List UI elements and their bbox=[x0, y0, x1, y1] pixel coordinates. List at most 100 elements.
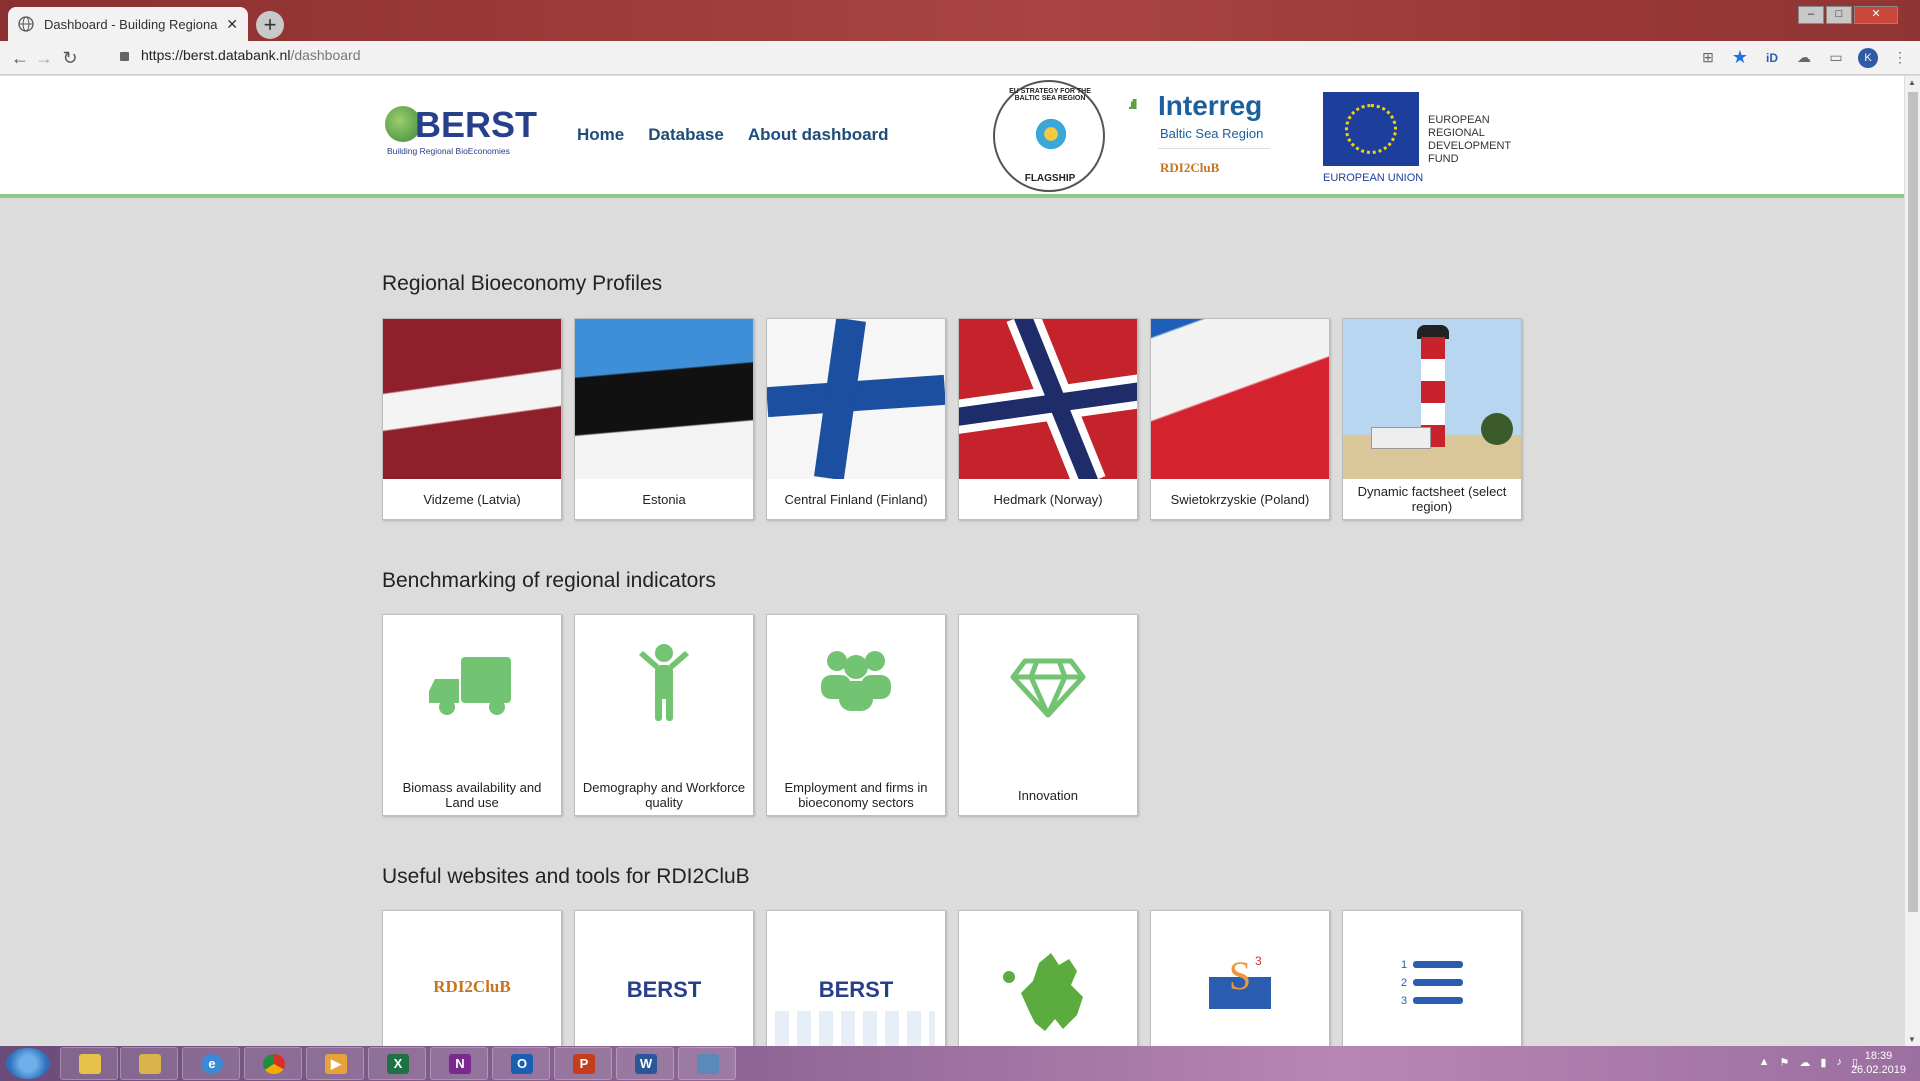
lighthouse-image bbox=[1343, 319, 1521, 479]
diamond-icon bbox=[959, 635, 1137, 755]
interreg-sub: Baltic Sea Region bbox=[1160, 126, 1264, 141]
finland-flag-image bbox=[767, 319, 945, 479]
card-label: Central Finland (Finland) bbox=[784, 491, 928, 507]
profile-card-latvia[interactable]: Vidzeme (Latvia) bbox=[382, 318, 562, 520]
minimize-button[interactable]: – bbox=[1798, 6, 1824, 24]
tool-card-s3-platform[interactable]: S3 bbox=[1150, 910, 1330, 1046]
tool-card-berst[interactable]: BERST bbox=[574, 910, 754, 1046]
tray-volume-icon[interactable]: ♪ bbox=[1836, 1056, 1842, 1069]
translate-icon[interactable]: ⊞ bbox=[1698, 49, 1718, 66]
page-scrollbar[interactable]: ▲ ▼ bbox=[1904, 76, 1920, 1046]
system-tray: ▲ ⚑ ☁ ▮ ♪ ▯ bbox=[1759, 1056, 1858, 1069]
back-icon[interactable]: ← bbox=[8, 46, 32, 70]
berst-logo[interactable]: BERST Building Regional BioEconomies bbox=[385, 104, 537, 161]
tab-title: Dashboard - Building Regional B bbox=[44, 16, 219, 32]
group-icon bbox=[767, 635, 945, 755]
scroll-down-icon[interactable]: ▼ bbox=[1908, 1035, 1916, 1044]
tray-flag-icon[interactable]: ⚑ bbox=[1780, 1056, 1790, 1069]
interreg-project: RDI2CluB bbox=[1160, 160, 1220, 175]
taskbar-media-player[interactable]: ▶ bbox=[306, 1047, 364, 1080]
tab-close-icon[interactable]: ✕ bbox=[226, 16, 238, 33]
reload-icon[interactable]: ↻ bbox=[58, 46, 82, 70]
browser-toolbar: ← → ↻ https://berst.databank.nl/dashboar… bbox=[0, 41, 1920, 75]
section-title-tools: Useful websites and tools for RDI2CluB bbox=[382, 865, 750, 888]
profile-card-poland[interactable]: Swietokrzyskie (Poland) bbox=[1150, 318, 1330, 520]
forward-icon[interactable]: → bbox=[32, 46, 56, 70]
menu-icon[interactable]: ⋮ bbox=[1890, 49, 1910, 66]
nav-home[interactable]: Home bbox=[577, 125, 624, 145]
tool-card-berst-databank[interactable]: BERST bbox=[766, 910, 946, 1046]
tray-network-icon[interactable]: ▮ bbox=[1820, 1056, 1826, 1069]
site-header: BERST Building Regional BioEconomies Hom… bbox=[0, 76, 1904, 198]
taskbar-explorer[interactable] bbox=[60, 1047, 118, 1080]
os-taskbar: e ▶ X N O P W ▲ ⚑ ☁ ▮ ♪ ▯ 18:39 26.02.20… bbox=[0, 1046, 1920, 1081]
card-label: Swietokrzyskie (Poland) bbox=[1170, 491, 1310, 507]
benchmark-card-employment[interactable]: Employment and firms in bioeconomy secto… bbox=[766, 614, 946, 816]
window-close-button[interactable]: ✕ bbox=[1854, 6, 1898, 24]
benchmark-card-biomass[interactable]: Biomass availability and Land use bbox=[382, 614, 562, 816]
url-path: /dashboard bbox=[290, 47, 361, 63]
svg-text:2: 2 bbox=[1401, 977, 1407, 989]
profile-card-finland[interactable]: Central Finland (Finland) bbox=[766, 318, 946, 520]
address-bar[interactable]: https://berst.databank.nl/dashboard bbox=[141, 47, 361, 63]
nav-database[interactable]: Database bbox=[648, 125, 724, 145]
rdi2club-logo: RDI2CluB bbox=[433, 977, 511, 996]
estonia-flag-image bbox=[575, 319, 753, 479]
taskbar-clock[interactable]: 18:39 26.02.2019 bbox=[1851, 1049, 1906, 1077]
benchmark-card-innovation[interactable]: Innovation bbox=[958, 614, 1138, 816]
tool-card-rdi2club[interactable]: RDI2CluB bbox=[382, 910, 562, 1046]
toolbar-icons: ⊞ ★ iD ☁ ▭ K ⋮ bbox=[1698, 47, 1910, 68]
maximize-button[interactable]: □ bbox=[1826, 6, 1852, 24]
profile-card-estonia[interactable]: Estonia bbox=[574, 318, 754, 520]
page: BERST Building Regional BioEconomies Hom… bbox=[0, 76, 1904, 1046]
profile-avatar[interactable]: K bbox=[1858, 47, 1878, 68]
tool-card-numbered-list[interactable]: 1 2 3 bbox=[1342, 910, 1522, 1046]
extension-id-icon[interactable]: iD bbox=[1762, 51, 1782, 65]
taskbar-screenshot-tool[interactable] bbox=[678, 1047, 736, 1080]
section-title-profiles: Regional Bioeconomy Profiles bbox=[382, 272, 663, 295]
tool-card-europe-map[interactable] bbox=[958, 910, 1138, 1046]
url-host: https://berst.databank.nl bbox=[141, 47, 291, 63]
card-label: Dynamic factsheet (select region) bbox=[1357, 484, 1507, 514]
svg-text:3: 3 bbox=[1255, 954, 1262, 968]
lock-icon bbox=[120, 52, 129, 61]
start-button[interactable] bbox=[6, 1048, 50, 1079]
taskbar-excel[interactable]: X bbox=[368, 1047, 426, 1080]
scrollbar-thumb[interactable] bbox=[1908, 92, 1918, 912]
bookmark-star-icon[interactable]: ★ bbox=[1730, 47, 1750, 68]
clock-date: 26.02.2019 bbox=[1850, 1064, 1906, 1076]
new-tab-button[interactable]: + bbox=[256, 11, 284, 39]
taskbar-outlook[interactable]: O bbox=[492, 1047, 550, 1080]
eu-flag-icon bbox=[1323, 92, 1419, 166]
taskbar-folder[interactable] bbox=[120, 1047, 178, 1080]
section-title-benchmarking: Benchmarking of regional indicators bbox=[382, 569, 716, 592]
scroll-up-icon[interactable]: ▲ bbox=[1908, 78, 1916, 87]
taskbar-powerpoint[interactable]: P bbox=[554, 1047, 612, 1080]
extension-cast-icon[interactable]: ▭ bbox=[1826, 49, 1846, 66]
browser-tab[interactable]: Dashboard - Building Regional B ✕ bbox=[8, 7, 248, 41]
nav-about-dashboard[interactable]: About dashboard bbox=[748, 125, 889, 145]
main-nav: Home Database About dashboard bbox=[577, 125, 889, 145]
flagship-logo: EU STRATEGY FOR THE BALTIC SEA REGION FL… bbox=[993, 80, 1105, 192]
interreg-bars-icon: .ıll bbox=[1128, 96, 1137, 112]
tray-expand-icon[interactable]: ▲ bbox=[1759, 1056, 1770, 1069]
eu-fund-label: EUROPEAN REGIONAL DEVELOPMENT FUND bbox=[1428, 114, 1511, 165]
taskbar-word[interactable]: W bbox=[616, 1047, 674, 1080]
norway-flag-image bbox=[959, 319, 1137, 479]
card-label: Vidzeme (Latvia) bbox=[423, 491, 521, 507]
clock-time: 18:39 bbox=[1864, 1050, 1893, 1062]
svg-text:1: 1 bbox=[1401, 959, 1407, 971]
extension-cloud-icon[interactable]: ☁ bbox=[1794, 49, 1814, 66]
profile-card-dynamic-factsheet[interactable]: Dynamic factsheet (select region) bbox=[1342, 318, 1522, 520]
berst-small-logo: BERST bbox=[626, 977, 702, 1002]
berst-small-logo: BERST bbox=[818, 977, 894, 1002]
tray-cloud-icon[interactable]: ☁ bbox=[1799, 1056, 1810, 1069]
window-controls: – □ ✕ bbox=[1798, 6, 1898, 24]
taskbar-onenote[interactable]: N bbox=[430, 1047, 488, 1080]
taskbar-internet-explorer[interactable]: e bbox=[182, 1047, 240, 1080]
svg-text:S: S bbox=[1229, 953, 1251, 998]
taskbar-chrome[interactable] bbox=[244, 1047, 302, 1080]
poland-flag-image bbox=[1151, 319, 1329, 479]
profile-card-norway[interactable]: Hedmark (Norway) bbox=[958, 318, 1138, 520]
benchmark-card-demography[interactable]: Demography and Workforce quality bbox=[574, 614, 754, 816]
